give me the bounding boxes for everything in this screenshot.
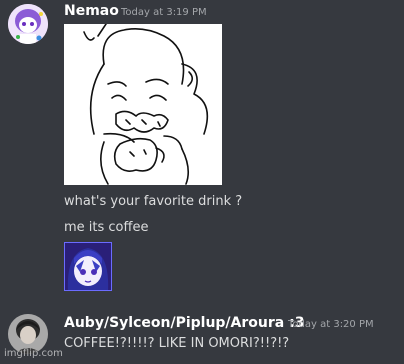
message-text: what's your favorite drink ?	[64, 194, 243, 209]
message-author[interactable]: Auby/Sylceon/Piplup/Aroura :3	[64, 315, 304, 331]
watermark-text: imgflip.com	[4, 348, 63, 359]
drawing-image[interactable]	[64, 24, 222, 185]
sketch-drawing-icon	[83, 24, 209, 185]
character-portrait-image[interactable]	[64, 242, 112, 291]
character-portrait-icon	[64, 242, 112, 291]
nemao-avatar[interactable]	[8, 4, 48, 44]
purple-character-avatar-icon	[8, 4, 48, 44]
message-text: me its coffee	[64, 220, 149, 235]
message-timestamp: Today at 3:19 PM	[121, 7, 207, 18]
message-timestamp: Today at 3:20 PM	[288, 319, 374, 330]
message-text: COFFEE!?!!!!? LIKE IN OMORI?!!?!?	[64, 336, 290, 351]
message-author[interactable]: Nemao	[64, 3, 119, 19]
chat-message-list: Nemao Today at 3:19 PM what's your favor…	[0, 0, 404, 364]
